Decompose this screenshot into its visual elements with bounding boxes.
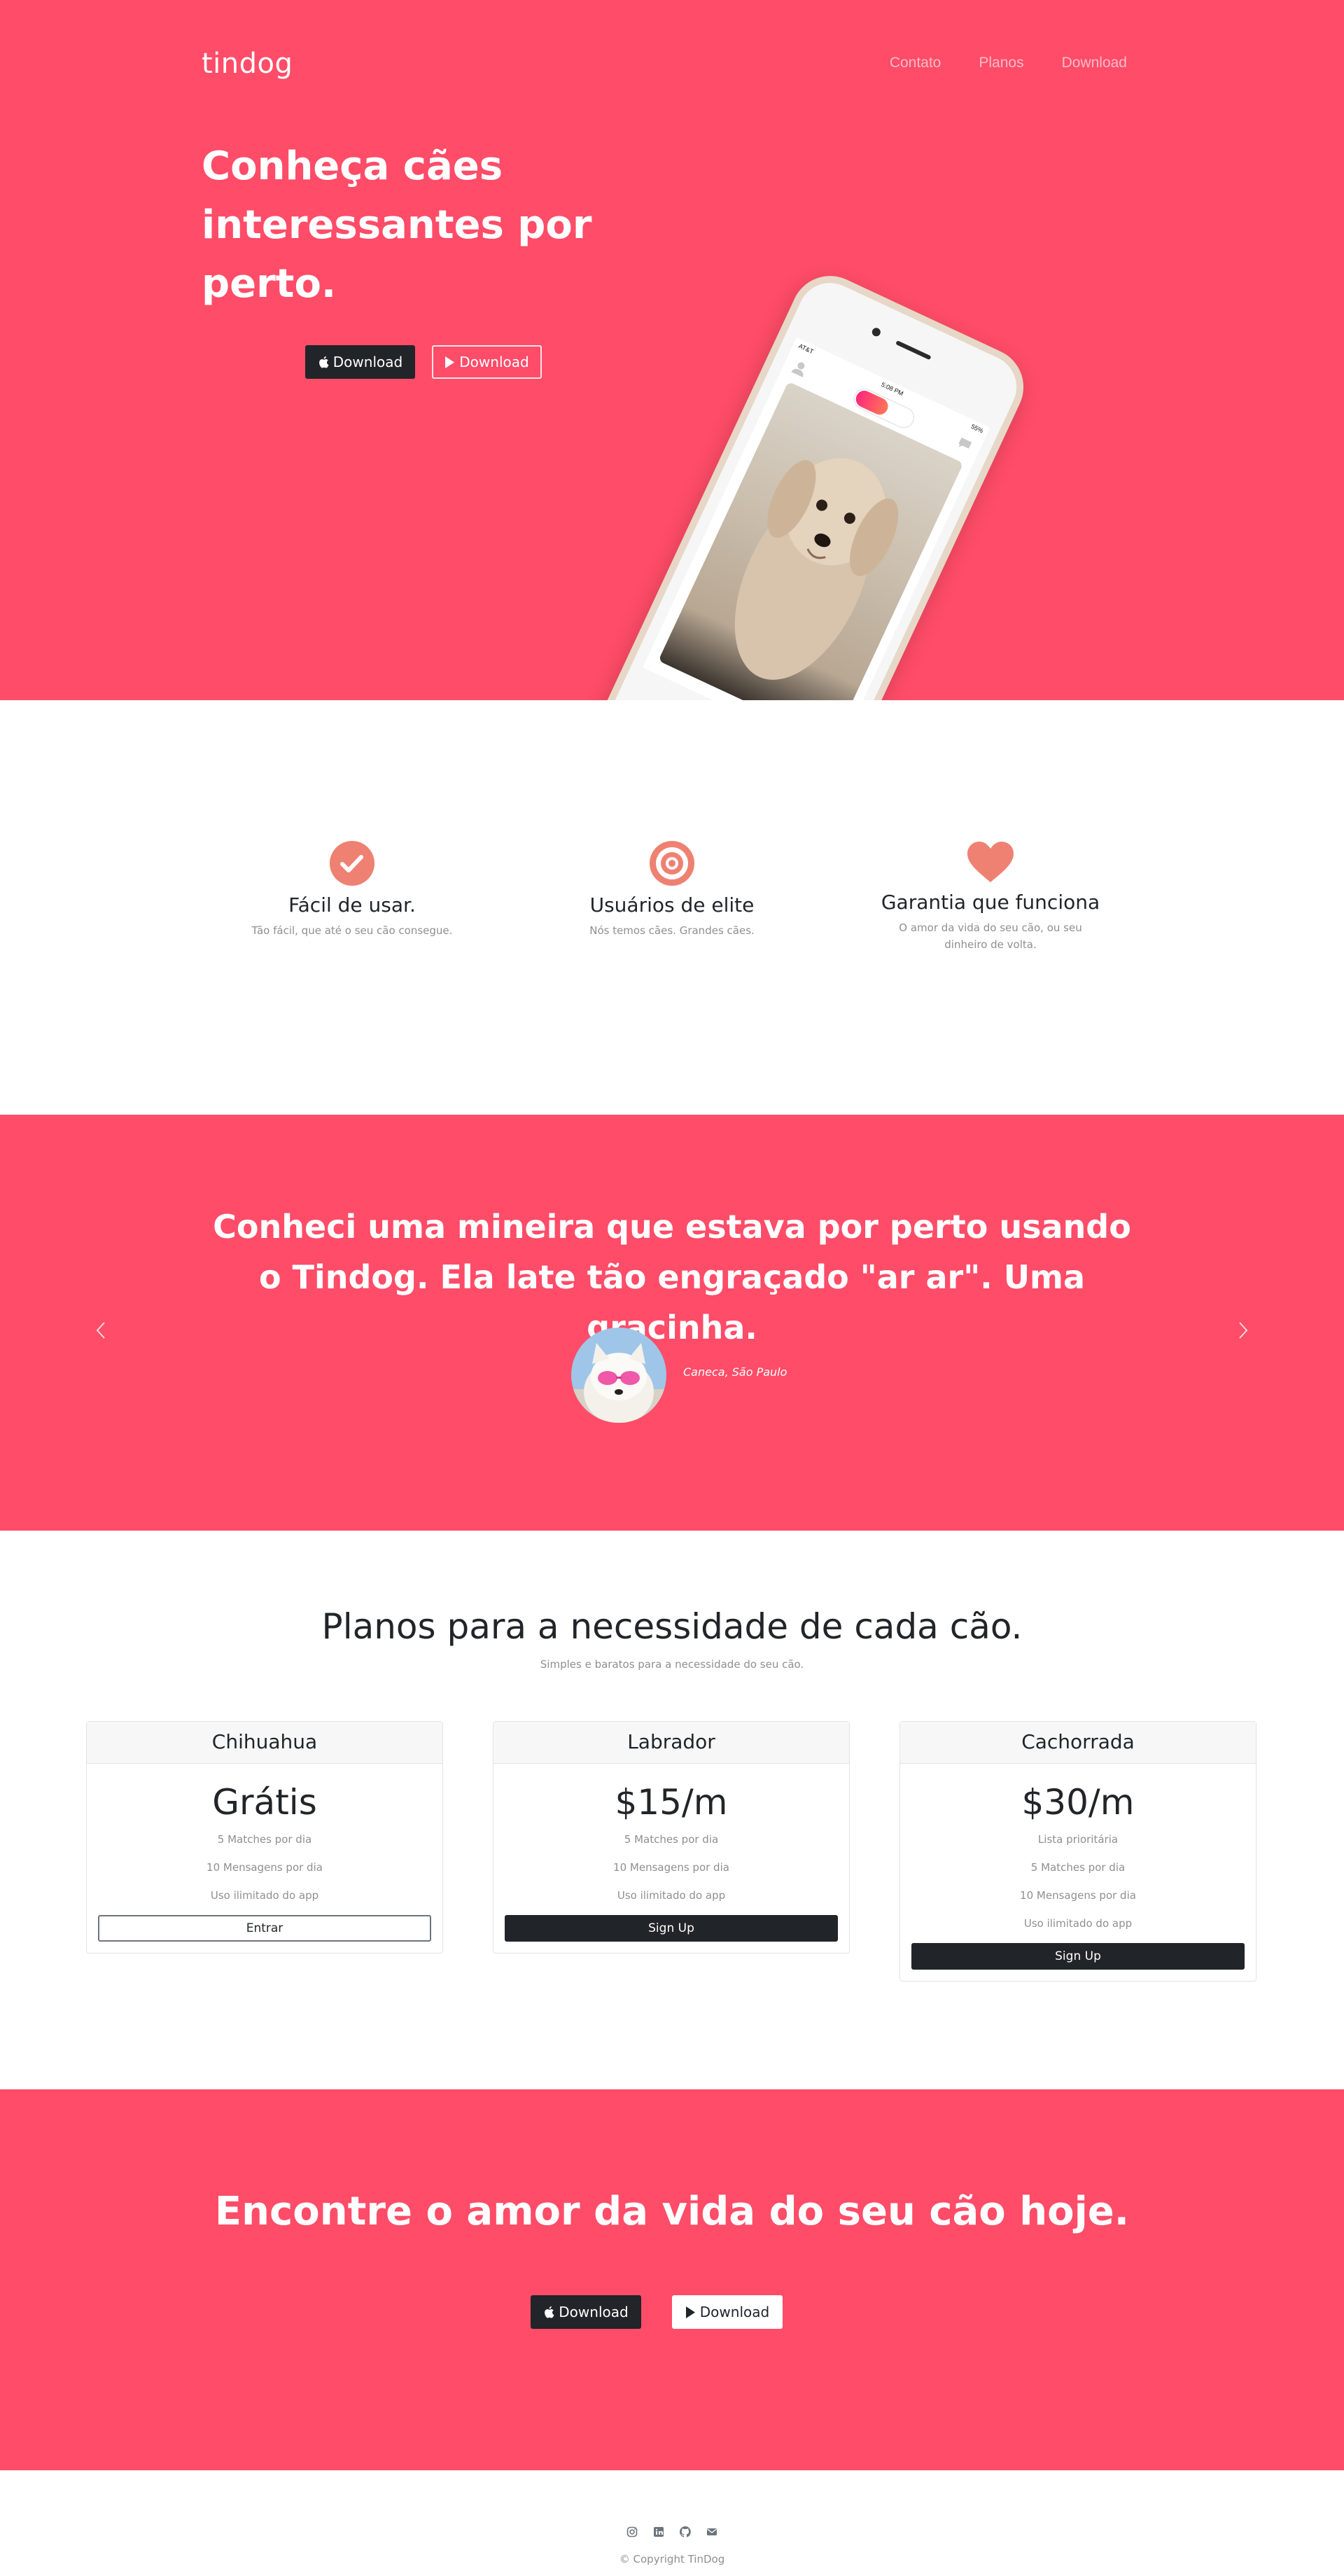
plan-feature: 5 Matches por dia [217,1833,312,1846]
plan-feature: 10 Mensagens por dia [1020,1889,1136,1902]
profile-icon [791,362,805,377]
features-section: Fácil de usar. Tão fácil, que até o seu … [0,700,1344,1115]
plan-name: Chihuahua [87,1722,442,1764]
navbar: tindog Contato Planos Download [202,48,1127,83]
hero-title: Conheça cães interessantes por perto. [202,144,592,307]
heart-icon [967,842,1014,882]
phone-screen: AT&T 5:08 PM 55% [643,337,990,700]
feature-text: Tão fácil, que até o seu cão consegue. [251,924,453,937]
chat-icon [958,437,972,449]
cta-play-download-button[interactable]: Download [672,2295,783,2329]
apple-download-button[interactable]: Download [305,345,415,379]
check-circle-icon [330,841,374,886]
cta-section: Encontre o amor da vida do seu cão hoje.… [0,2089,1344,2470]
carousel-prev-button[interactable] [87,1316,115,1344]
feature-easy: Fácil de usar. Tão fácil, que até o seu … [223,840,482,939]
status-carrier: AT&T [797,342,815,356]
testimonial-quote: Conheci uma mineira que estava por perto… [213,1208,1131,1346]
toggle-active [853,388,891,418]
github-icon[interactable] [679,2526,691,2540]
envelope-icon[interactable] [706,2526,718,2540]
phone-speaker [895,340,932,361]
linkedin-icon[interactable] [653,2526,664,2540]
cta-buttons: Download Download [531,2295,783,2329]
testimonial-credit: Caneca, São Paulo [683,1365,788,1379]
play-download-label: Download [459,354,529,370]
social-links [0,2526,1344,2540]
testimonial-section: Conheci uma mineira que estava por perto… [0,1115,1344,1531]
plan-name: Labrador [493,1722,849,1764]
plan-entrar-button[interactable]: Entrar [98,1915,431,1942]
chevron-right-icon [1239,1322,1248,1339]
feature-title: Usuários de elite [589,893,755,917]
google-play-icon [685,2306,695,2318]
instagram-icon[interactable] [626,2526,638,2540]
pricing-section: Planos para a necessidade de cada cão. S… [0,1531,1344,2089]
plan-card-cachorrada: Cachorrada $30/m Lista prioritária 5 Mat… [899,1721,1256,1982]
plan-signup-button[interactable]: Sign Up [505,1915,838,1942]
google-play-icon [445,356,455,368]
hero-section: tindog Contato Planos Download Conheça c… [0,0,1344,700]
nav-links: Contato Planos Download [890,55,1127,71]
cta-play-download-label: Download [699,2304,770,2320]
apple-download-label: Download [332,354,403,370]
plan-price: Grátis [212,1782,317,1823]
cta-apple-download-button[interactable]: Download [531,2295,641,2329]
carousel-next-button[interactable] [1229,1316,1257,1344]
play-download-button[interactable]: Download [432,345,542,379]
phone-frame: AT&T 5:08 PM 55% [586,263,1037,700]
plan-price: $15/m [615,1782,728,1823]
plan-card-labrador: Labrador $15/m 5 Matches por dia 10 Mens… [493,1721,850,1954]
cta-apple-download-label: Download [559,2304,629,2320]
nav-link-planos[interactable]: Planos [979,55,1023,71]
plan-feature: 5 Matches por dia [1030,1861,1126,1874]
feature-elite: Usuários de elite Nós temos cães. Grande… [542,840,802,939]
plan-card-chihuahua: Chihuahua Grátis 5 Matches por dia 10 Me… [86,1721,443,1954]
feature-text: O amor da vida do seu cão, ou seu dinhei… [899,921,1082,951]
plan-feature: Uso ilimitado do app [1023,1917,1133,1930]
plan-feature: 10 Mensagens por dia [613,1861,729,1874]
plan-price: $30/m [1021,1782,1135,1823]
brand-logo[interactable]: tindog [202,48,293,80]
plan-feature: 5 Matches por dia [624,1833,719,1846]
status-time: 5:08 PM [880,380,905,398]
pricing-subtitle: Simples e baratos para a necessidade do … [540,1658,804,1671]
nav-link-contato[interactable]: Contato [890,55,941,71]
phone-camera [870,326,882,338]
apple-icon [318,356,329,368]
copyright-text: © Copyright TinDog [619,2553,725,2565]
plan-feature: Uso ilimitado do app [210,1889,319,1902]
dog-photo [658,381,964,700]
bullseye-icon [650,841,694,886]
testimonial-avatar [571,1328,666,1423]
feature-title: Fácil de usar. [288,893,416,917]
plan-feature: Uso ilimitado do app [617,1889,726,1902]
plan-feature: 10 Mensagens por dia [206,1861,323,1874]
plan-name: Cachorrada [900,1722,1256,1764]
feature-text: Nós temos cães. Grandes cães. [589,924,755,937]
pricing-title: Planos para a necessidade de cada cão. [321,1606,1023,1647]
plan-feature: Lista prioritária [1037,1833,1119,1846]
chevron-left-icon [96,1322,105,1339]
cta-title: Encontre o amor da vida do seu cão hoje. [214,2189,1130,2234]
feature-title: Garantia que funciona [881,891,1100,914]
plan-signup-button[interactable]: Sign Up [911,1943,1245,1970]
status-battery: 55% [969,422,985,435]
hero-buttons: Download Download [305,345,542,379]
apple-icon [545,2306,554,2318]
feature-guarantee: Garantia que funciona O amor da vida do … [861,840,1120,953]
footer: © Copyright TinDog [0,2470,1344,2576]
nav-link-download[interactable]: Download [1062,55,1127,71]
